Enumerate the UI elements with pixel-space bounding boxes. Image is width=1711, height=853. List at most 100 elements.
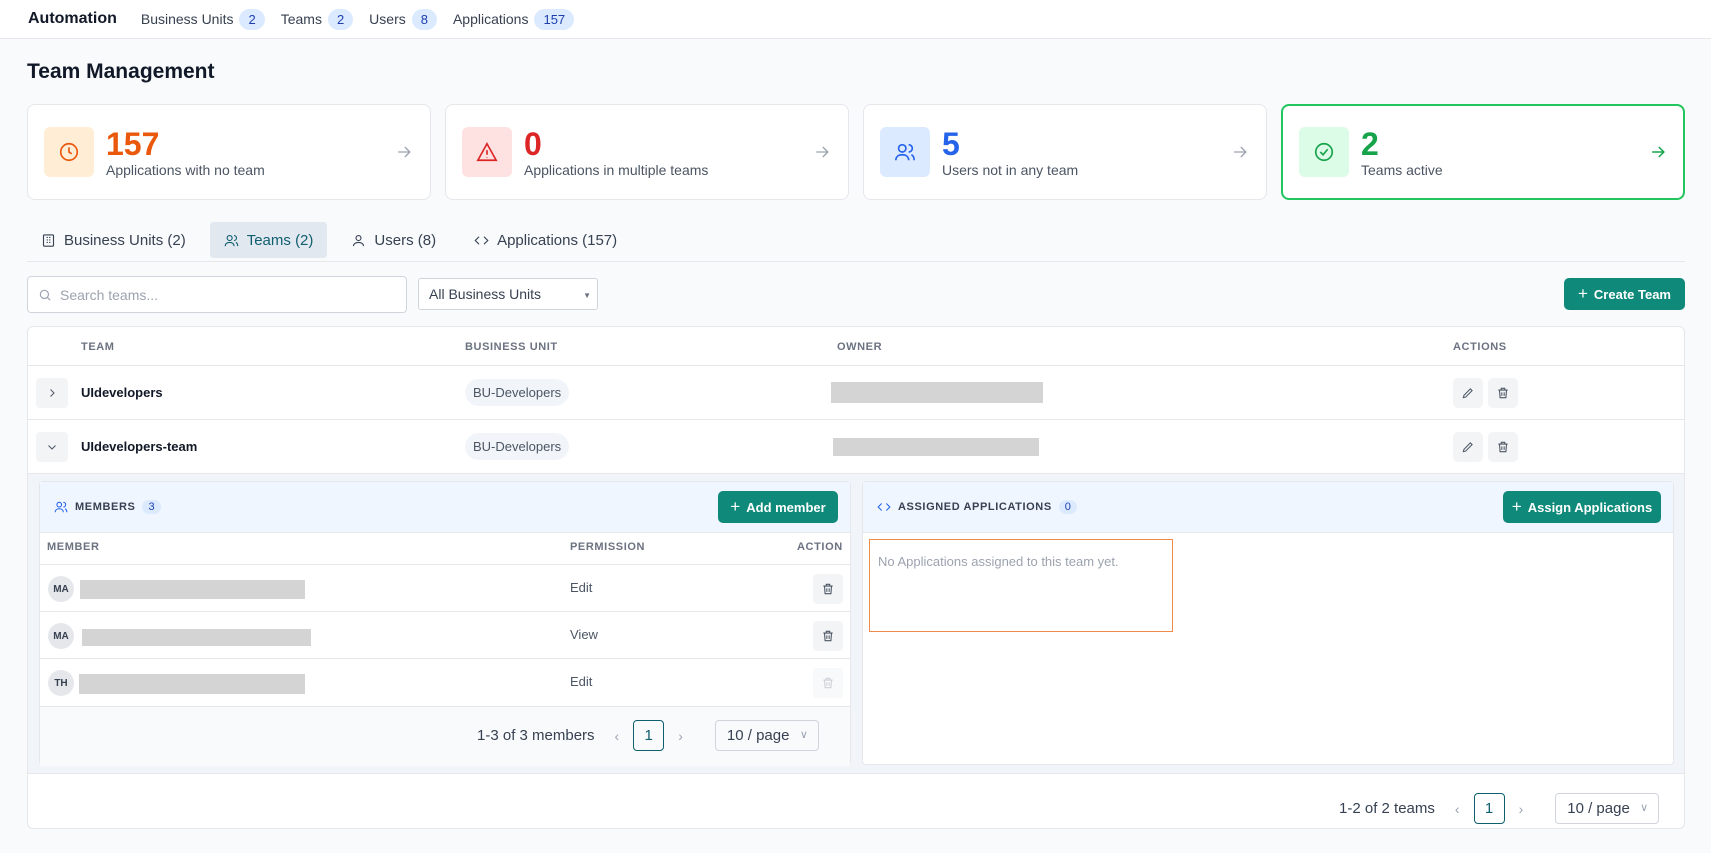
stat-label: Users not in any team xyxy=(942,161,1079,178)
members-pager-summary: 1-3 of 3 members xyxy=(477,727,595,744)
users-icon xyxy=(54,501,68,513)
business-unit-tag: BU-Developers xyxy=(465,433,570,460)
members-count: 3 xyxy=(142,500,161,514)
edit-team-button[interactable] xyxy=(1453,378,1483,408)
members-panel-header: MEMBERS 3 + Add member xyxy=(40,482,850,533)
arrow-right-icon xyxy=(816,146,829,158)
top-nav: Automation Business Units 2 Teams 2 User… xyxy=(0,0,1711,39)
clock-icon xyxy=(44,127,94,177)
member-row: MA Edit xyxy=(40,564,850,611)
business-unit-filter[interactable]: All Business Units ▼ xyxy=(418,278,598,310)
stat-label: Applications with no team xyxy=(106,161,265,178)
member-name-redacted xyxy=(79,674,305,694)
stat-card-teams-active[interactable]: 2 Teams active xyxy=(1281,104,1685,200)
teams-pagination: 1-2 of 2 teams ‹ 1 › 10 / page ∨ xyxy=(1339,793,1660,824)
tab-users[interactable]: Users (8) xyxy=(337,222,450,258)
check-circle-icon xyxy=(1299,127,1349,177)
members-panel: MEMBERS 3 + Add member MEMBER PERMISSION… xyxy=(39,481,851,766)
business-unit-tag: BU-Developers xyxy=(465,379,570,406)
pencil-icon xyxy=(1462,388,1473,399)
chevron-down-icon: ∨ xyxy=(1640,802,1649,814)
tab-teams[interactable]: Teams (2) xyxy=(209,222,328,258)
users-icon xyxy=(880,127,930,177)
nav-teams[interactable]: Teams 2 xyxy=(281,8,354,30)
plus-icon: + xyxy=(1577,284,1588,303)
stat-value: 2 xyxy=(1361,125,1379,162)
team-name: UIdevelopers xyxy=(81,385,163,400)
nav-count: 2 xyxy=(239,8,265,30)
teams-pager-summary: 1-2 of 2 teams xyxy=(1339,800,1435,817)
tab-label: Business Units (2) xyxy=(64,231,186,249)
code-icon xyxy=(474,235,489,245)
caret-down-icon: ▼ xyxy=(583,291,591,300)
prev-page-icon[interactable]: ‹ xyxy=(615,728,620,744)
users-icon xyxy=(224,234,239,246)
next-page-icon[interactable]: › xyxy=(1519,801,1524,817)
stat-label: Teams active xyxy=(1361,161,1443,178)
col-permission: PERMISSION xyxy=(570,541,646,553)
plus-icon: + xyxy=(1511,497,1522,516)
remove-member-button[interactable] xyxy=(813,574,843,604)
assigned-apps-header: ASSIGNED APPLICATIONS 0 + Assign Applica… xyxy=(863,482,1673,533)
stat-value: 157 xyxy=(106,125,160,162)
remove-member-button[interactable] xyxy=(813,621,843,651)
stat-card-users-no-team[interactable]: 5 Users not in any team xyxy=(863,104,1267,200)
trash-icon xyxy=(823,677,833,689)
nav-users[interactable]: Users 8 xyxy=(369,8,437,30)
team-name: UIdevelopers-team xyxy=(81,439,198,454)
add-member-button[interactable]: + Add member xyxy=(718,491,838,523)
tab-label: Teams (2) xyxy=(246,231,314,249)
collapse-row-button[interactable] xyxy=(36,432,68,462)
page-button-current[interactable]: 1 xyxy=(633,720,665,751)
stat-label: Applications in multiple teams xyxy=(524,161,709,178)
search-icon xyxy=(39,289,51,301)
col-owner: OWNER xyxy=(837,341,883,353)
tab-bar: Business Units (2) Teams (2) Users (8) A… xyxy=(27,222,1685,262)
col-business-unit: BUSINESS UNIT xyxy=(465,341,558,353)
next-page-icon[interactable]: › xyxy=(678,728,683,744)
edit-team-button[interactable] xyxy=(1453,432,1483,462)
page-size-select[interactable]: 10 / page ∨ xyxy=(714,720,819,751)
stat-value: 0 xyxy=(524,125,542,162)
add-member-label: Add member xyxy=(746,499,826,515)
nav-applications[interactable]: Applications 157 xyxy=(452,8,575,30)
avatar: TH xyxy=(48,670,74,696)
owner-redacted xyxy=(833,438,1039,456)
nav-count: 8 xyxy=(411,8,437,30)
tab-label: Applications (157) xyxy=(497,231,618,249)
member-row: MA View xyxy=(40,611,850,658)
delete-team-button[interactable] xyxy=(1488,378,1518,408)
empty-state-message: No Applications assigned to this team ye… xyxy=(869,539,1173,632)
avatar: MA xyxy=(48,623,74,649)
expand-row-button[interactable] xyxy=(36,378,68,408)
col-member: MEMBER xyxy=(47,541,100,553)
plus-icon: + xyxy=(730,497,741,516)
member-row: TH Edit xyxy=(40,658,850,705)
nav-business-units[interactable]: Business Units 2 xyxy=(140,8,265,30)
tab-applications[interactable]: Applications (157) xyxy=(460,222,631,258)
stat-card-multiple-teams[interactable]: 0 Applications in multiple teams xyxy=(445,104,849,200)
member-name-redacted xyxy=(82,629,311,646)
nav-label: Users xyxy=(369,11,406,27)
chevron-down-icon xyxy=(48,445,56,450)
assigned-apps-title: ASSIGNED APPLICATIONS 0 xyxy=(877,500,1077,514)
create-team-button[interactable]: + Create Team xyxy=(1564,278,1685,310)
stat-card-no-team[interactable]: 157 Applications with no team xyxy=(27,104,431,200)
tab-label: Users (8) xyxy=(374,231,437,249)
tab-business-units[interactable]: Business Units (2) xyxy=(27,222,200,258)
page-size-select[interactable]: 10 / page ∨ xyxy=(1555,793,1660,824)
remove-member-button[interactable] xyxy=(813,668,843,698)
assign-applications-button[interactable]: + Assign Applications xyxy=(1503,491,1661,523)
delete-team-button[interactable] xyxy=(1488,432,1518,462)
trash-icon xyxy=(823,630,833,642)
trash-icon xyxy=(823,583,833,595)
search-input[interactable] xyxy=(60,286,380,303)
nav-label: Business Units xyxy=(140,11,234,27)
search-box[interactable] xyxy=(27,276,407,313)
stat-value: 5 xyxy=(942,125,960,162)
nav-label: Applications xyxy=(452,11,529,27)
teams-table: TEAM BUSINESS UNIT OWNER ACTIONS UIdevel… xyxy=(27,326,1685,829)
page-button-current[interactable]: 1 xyxy=(1473,793,1505,824)
building-icon xyxy=(42,233,55,247)
prev-page-icon[interactable]: ‹ xyxy=(1455,801,1460,817)
